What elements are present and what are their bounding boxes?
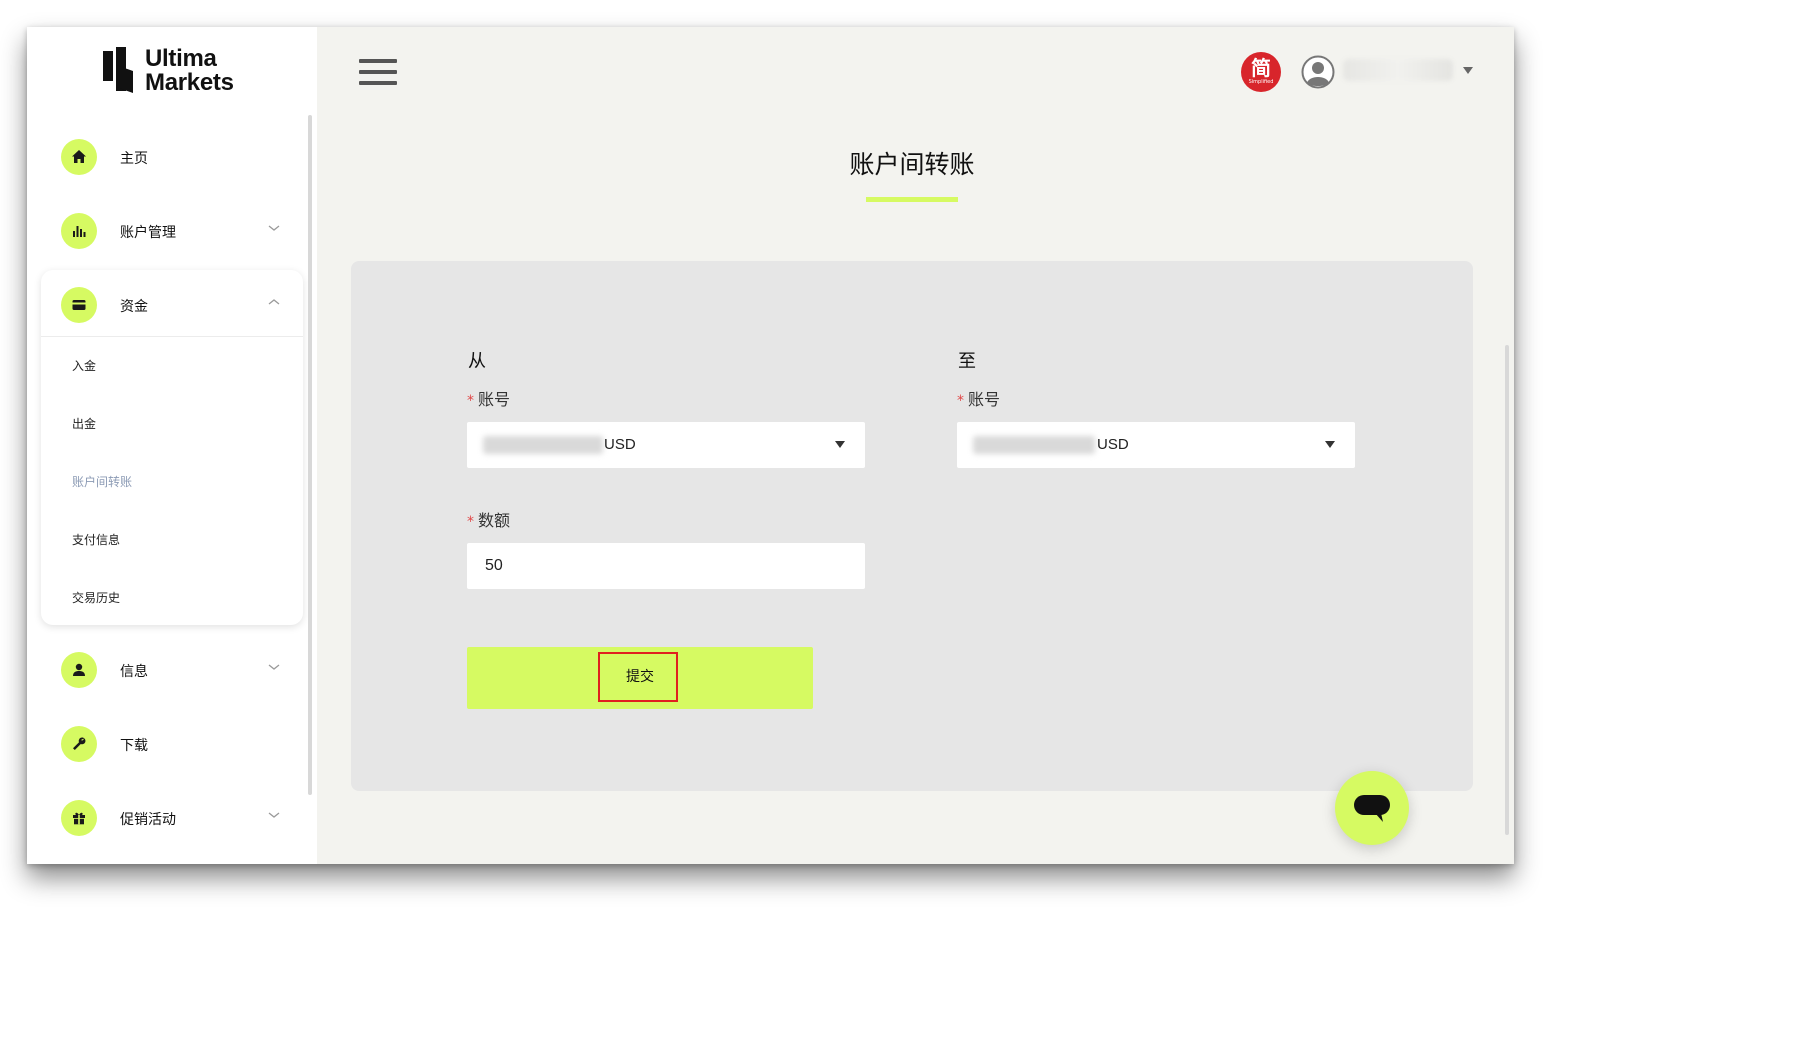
sidebar-item-info[interactable]: 信息 bbox=[61, 650, 291, 690]
to-account-label: * 账号 bbox=[957, 386, 1000, 410]
account-number-redacted bbox=[973, 436, 1095, 454]
sidebar-item-promotions[interactable]: 促销活动 bbox=[61, 798, 291, 838]
wrench-icon bbox=[61, 726, 97, 762]
brand-line-1: Ultima bbox=[145, 45, 217, 72]
app-window: Ultima Markets 主页 账户管理 资金 入金 出金 账户间转账 支付… bbox=[27, 27, 1514, 864]
brand-mark-icon bbox=[103, 47, 133, 93]
submit-button[interactable]: 提交 bbox=[467, 647, 813, 709]
bar-chart-icon bbox=[61, 213, 97, 249]
sidebar-item-download[interactable]: 下载 bbox=[61, 724, 291, 764]
user-icon bbox=[61, 652, 97, 688]
gift-icon bbox=[61, 800, 97, 836]
brand-logo[interactable]: Ultima Markets bbox=[103, 47, 253, 99]
avatar-icon[interactable] bbox=[1301, 55, 1335, 89]
hamburger-line bbox=[359, 81, 397, 85]
amount-label-text: 数额 bbox=[478, 511, 511, 530]
sidebar-item-home[interactable]: 主页 bbox=[61, 137, 291, 177]
sidebar-item-label: 下载 bbox=[120, 738, 148, 754]
sidebar-item-label: 资金 bbox=[120, 299, 148, 315]
submit-label: 提交 bbox=[626, 668, 654, 684]
from-account-label: * 账号 bbox=[467, 386, 510, 410]
submenu-item-withdraw[interactable]: 出金 bbox=[72, 415, 96, 432]
title-underline bbox=[866, 197, 958, 202]
sidebar-item-funds[interactable]: 资金 bbox=[61, 285, 291, 325]
from-heading: 从 bbox=[468, 351, 486, 372]
home-icon bbox=[61, 139, 97, 175]
chevron-down-icon bbox=[835, 441, 845, 448]
required-mark: * bbox=[467, 393, 474, 409]
submenu-item-transaction-history[interactable]: 交易历史 bbox=[72, 589, 120, 606]
chevron-down-icon bbox=[268, 664, 280, 670]
chevron-down-icon bbox=[1325, 441, 1335, 448]
sidebar-item-account-management[interactable]: 账户管理 bbox=[61, 211, 291, 251]
language-sub: Simplified bbox=[1248, 79, 1274, 85]
chevron-down-icon bbox=[268, 812, 280, 818]
page-title: 账户间转账 bbox=[849, 150, 975, 179]
hamburger-line bbox=[359, 70, 397, 74]
submenu-item-payment-info[interactable]: 支付信息 bbox=[72, 531, 120, 548]
user-name-redacted[interactable] bbox=[1343, 59, 1453, 81]
to-heading: 至 bbox=[958, 351, 976, 372]
brand-name: Ultima Markets bbox=[145, 47, 234, 95]
page-scrollbar[interactable] bbox=[1505, 345, 1509, 835]
chevron-down-icon bbox=[268, 225, 280, 231]
submenu-item-deposit[interactable]: 入金 bbox=[72, 357, 96, 374]
chat-button[interactable] bbox=[1335, 771, 1409, 845]
from-account-currency: USD bbox=[604, 436, 636, 453]
menu-toggle-button[interactable] bbox=[359, 59, 397, 87]
sidebar-item-label: 账户管理 bbox=[120, 225, 176, 241]
to-account-currency: USD bbox=[1097, 436, 1129, 453]
language-char: 简 bbox=[1251, 56, 1271, 80]
amount-label: * 数额 bbox=[467, 507, 510, 531]
divider bbox=[41, 336, 303, 337]
card-icon bbox=[61, 287, 97, 323]
from-account-label-text: 账号 bbox=[478, 390, 511, 409]
funds-group: 资金 入金 出金 账户间转账 支付信息 交易历史 bbox=[41, 270, 303, 625]
sidebar-item-label: 信息 bbox=[120, 664, 148, 680]
from-account-select[interactable]: USD bbox=[467, 422, 865, 468]
transfer-form: 从 至 *账号 *账号 USD USD *数额 提交 bbox=[351, 261, 1473, 791]
hamburger-line bbox=[359, 59, 397, 63]
sidebar-item-label: 促销活动 bbox=[120, 812, 176, 828]
account-number-redacted bbox=[483, 436, 603, 454]
required-mark: * bbox=[957, 393, 964, 409]
chat-bubble-icon bbox=[1354, 795, 1390, 822]
sidebar-scrollbar[interactable] bbox=[308, 115, 312, 795]
sidebar: Ultima Markets 主页 账户管理 资金 入金 出金 账户间转账 支付… bbox=[27, 27, 317, 864]
language-switcher[interactable]: 简 Simplified bbox=[1241, 52, 1281, 92]
amount-input[interactable] bbox=[467, 543, 865, 589]
to-account-label-text: 账号 bbox=[968, 390, 1001, 409]
required-mark: * bbox=[467, 514, 474, 530]
to-account-select[interactable]: USD bbox=[957, 422, 1355, 468]
chevron-down-icon[interactable] bbox=[1463, 67, 1473, 74]
sidebar-item-label: 主页 bbox=[120, 151, 148, 167]
chevron-up-icon bbox=[268, 299, 280, 305]
submenu-item-internal-transfer[interactable]: 账户间转账 bbox=[72, 473, 132, 490]
brand-line-2: Markets bbox=[145, 69, 234, 96]
